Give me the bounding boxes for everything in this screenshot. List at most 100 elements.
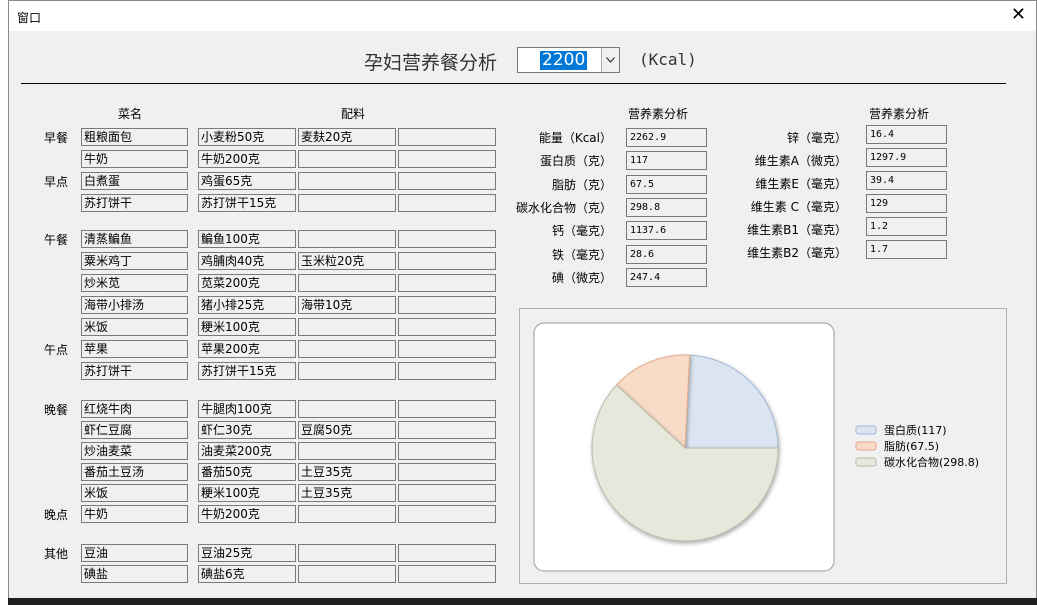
ingredient-field[interactable]: 鸡蛋65克: [198, 172, 296, 190]
dish-field[interactable]: 炒油麦菜: [81, 442, 188, 460]
nutrient-value-field[interactable]: 247.4: [626, 267, 707, 287]
close-icon[interactable]: ✕: [1011, 5, 1026, 25]
ingredient-field[interactable]: [398, 400, 496, 418]
ingredient-field[interactable]: [398, 172, 496, 190]
dish-field[interactable]: 碘盐: [81, 565, 188, 583]
dish-field[interactable]: 海带小排汤: [81, 296, 188, 314]
ingredient-field[interactable]: 牛奶200克: [198, 505, 296, 523]
ingredient-field[interactable]: [298, 442, 396, 460]
ingredient-field[interactable]: 碘盐6克: [198, 565, 296, 583]
ingredient-field[interactable]: 玉米粒20克: [298, 252, 396, 270]
ingredient-field[interactable]: [298, 172, 396, 190]
ingredient-field[interactable]: [398, 150, 496, 168]
nutrient-value-field[interactable]: 129: [866, 194, 947, 213]
ingredient-field[interactable]: [298, 150, 396, 168]
dish-field[interactable]: 红烧牛肉: [81, 400, 188, 418]
ingredient-field[interactable]: [398, 442, 496, 460]
dish-column-header: 菜名: [118, 107, 143, 121]
ingredient-field[interactable]: [298, 340, 396, 358]
dish-field[interactable]: 牛奶: [81, 150, 188, 168]
ingredient-field[interactable]: [398, 565, 496, 583]
nutrient-value-field[interactable]: 117: [626, 151, 707, 171]
nutrient-value-field[interactable]: 1297.9: [866, 148, 947, 167]
ingredient-field[interactable]: [398, 505, 496, 523]
nutrient-label: 蛋白质（克）: [539, 154, 612, 169]
ingredient-field[interactable]: 土豆35克: [298, 463, 396, 481]
ingredient-field[interactable]: 牛腿肉100克: [198, 400, 296, 418]
nutrient-pie-chart-panel: 蛋白质(117) 脂肪(67.5) 碳水化合物(298.8): [519, 308, 1007, 584]
ingredient-field[interactable]: [298, 230, 396, 248]
dish-field[interactable]: 米饭: [81, 318, 188, 336]
legend-swatch: [855, 441, 877, 451]
ingredient-field[interactable]: [398, 230, 496, 248]
dish-field[interactable]: 番茄土豆汤: [81, 463, 188, 481]
ingredient-field[interactable]: 苏打饼干15克: [198, 362, 296, 380]
ingredient-field[interactable]: 海带10克: [298, 296, 396, 314]
nutrient-value-field[interactable]: 2262.9: [626, 128, 707, 147]
nutrient-value-field[interactable]: 1.2: [866, 217, 947, 236]
ingredient-field[interactable]: 油麦菜200克: [198, 442, 296, 460]
dish-field[interactable]: 米饭: [81, 484, 188, 502]
dish-field[interactable]: 粟米鸡丁: [81, 252, 188, 270]
ingredient-field[interactable]: 猪小排25克: [198, 296, 296, 314]
ingredient-field[interactable]: [298, 362, 396, 380]
dish-field[interactable]: 牛奶: [81, 505, 188, 523]
dish-field[interactable]: 虾仁豆腐: [81, 421, 188, 439]
dish-field[interactable]: 苹果: [81, 340, 188, 358]
kcal-unit-label: (Kcal): [639, 50, 697, 69]
ingredient-field[interactable]: 小麦粉50克: [198, 128, 296, 146]
ingredient-field[interactable]: [398, 252, 496, 270]
ingredient-field[interactable]: 牛奶200克: [198, 150, 296, 168]
ingredient-field[interactable]: [298, 318, 396, 336]
legend-label: 蛋白质(117): [884, 423, 947, 437]
nutrient-value-field[interactable]: 39.4: [866, 171, 947, 190]
ingredient-field[interactable]: 粳米100克: [198, 318, 296, 336]
dish-field[interactable]: 苏打饼干: [81, 362, 188, 380]
ingredient-field[interactable]: 豆油25克: [198, 544, 296, 562]
ingredient-field[interactable]: [398, 340, 496, 358]
nutrient-value-field[interactable]: 67.5: [626, 174, 707, 194]
ingredient-field[interactable]: 鸡脯肉40克: [198, 252, 296, 270]
ingredient-field[interactable]: [398, 421, 496, 439]
ingredient-field[interactable]: [398, 463, 496, 481]
ingredient-field[interactable]: [398, 274, 496, 292]
ingredient-field[interactable]: 虾仁30克: [198, 421, 296, 439]
ingredient-field[interactable]: [398, 194, 496, 212]
ingredient-field[interactable]: 苹果200克: [198, 340, 296, 358]
ingredient-field[interactable]: [398, 544, 496, 562]
dish-field[interactable]: 粗粮面包: [81, 128, 188, 146]
meal-category-label: 晚餐: [44, 403, 69, 417]
dish-field[interactable]: 豆油: [81, 544, 188, 562]
ingredient-field[interactable]: [298, 505, 396, 523]
ingredient-field[interactable]: 麦麸20克: [298, 128, 396, 146]
window-title: 窗口: [17, 11, 42, 25]
nutrient-value-field[interactable]: 298.8: [626, 197, 707, 217]
ingredient-field[interactable]: [298, 274, 396, 292]
nutrient-value-field[interactable]: 1.7: [866, 240, 947, 259]
ingredient-field[interactable]: [398, 296, 496, 314]
kcal-dropdown[interactable]: 2200: [517, 47, 620, 73]
ingredient-field[interactable]: [398, 128, 496, 146]
dish-field[interactable]: 炒米苋: [81, 274, 188, 292]
ingredient-field[interactable]: 土豆35克: [298, 484, 396, 502]
ingredient-field[interactable]: [298, 565, 396, 583]
ingredient-field[interactable]: 苋菜200克: [198, 274, 296, 292]
ingredient-field[interactable]: [298, 544, 396, 562]
dish-field[interactable]: 白煮蛋: [81, 172, 188, 190]
nutrient-value-field[interactable]: 16.4: [866, 125, 947, 144]
ingredient-field[interactable]: 粳米100克: [198, 484, 296, 502]
ingredient-field[interactable]: 苏打饼干15克: [198, 194, 296, 212]
ingredient-field[interactable]: [398, 484, 496, 502]
ingredient-field[interactable]: [298, 194, 396, 212]
dish-field[interactable]: 苏打饼干: [81, 194, 188, 212]
ingredient-field[interactable]: 豆腐50克: [298, 421, 396, 439]
ingredient-field[interactable]: [298, 400, 396, 418]
chevron-down-icon[interactable]: [601, 48, 619, 72]
dish-field[interactable]: 清蒸鳊鱼: [81, 230, 188, 248]
nutrient-value-field[interactable]: 1137.6: [626, 221, 707, 241]
ingredient-field[interactable]: 鳊鱼100克: [198, 230, 296, 248]
ingredient-field[interactable]: [398, 318, 496, 336]
nutrient-value-field[interactable]: 28.6: [626, 244, 707, 264]
ingredient-field[interactable]: 番茄50克: [198, 463, 296, 481]
ingredient-field[interactable]: [398, 362, 496, 380]
